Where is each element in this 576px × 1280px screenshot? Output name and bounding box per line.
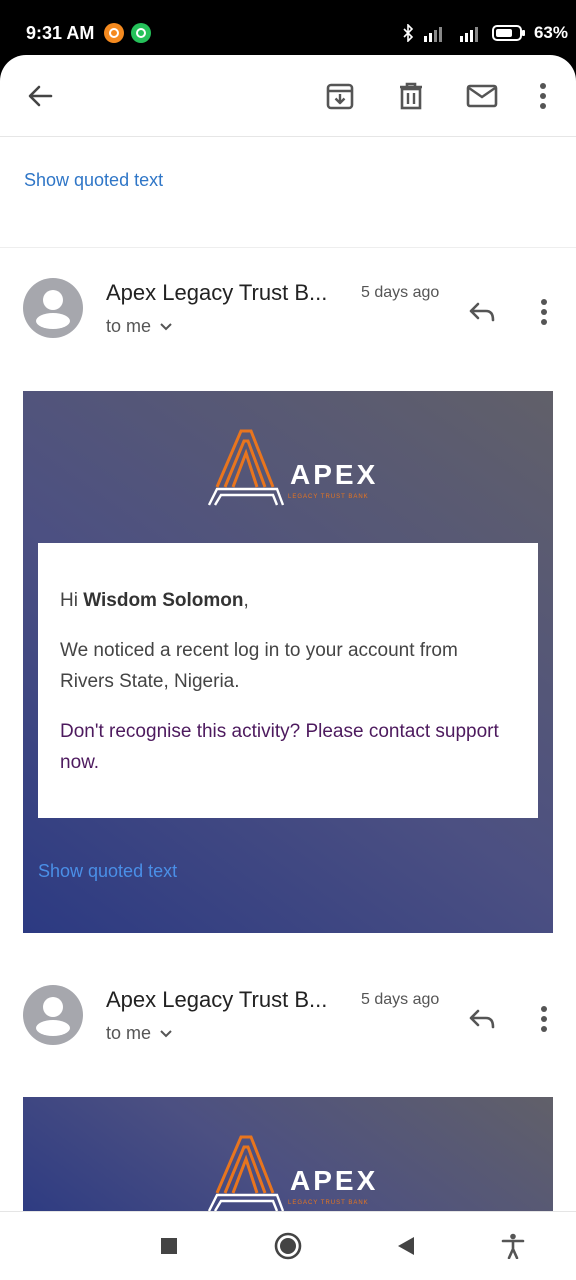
apex-logo: APEX LEGACY TRUST BANK — [207, 1135, 377, 1212]
notification-app-icon — [104, 23, 124, 43]
more-vert-icon — [541, 299, 547, 325]
accessibility-button[interactable] — [497, 1230, 529, 1262]
status-right-cluster: 63% — [402, 22, 568, 44]
show-quoted-text-link[interactable]: Show quoted text — [24, 170, 163, 191]
archive-button[interactable] — [320, 76, 360, 116]
more-options-button[interactable] — [523, 76, 563, 116]
home-button[interactable] — [272, 1230, 304, 1262]
recipient-details-toggle[interactable]: to me — [106, 1023, 173, 1044]
greeting: Hi Wisdom Solomon, — [60, 590, 249, 611]
mail-icon — [466, 84, 498, 108]
recipient-name: Wisdom Solomon — [83, 590, 244, 611]
back-triangle-icon — [398, 1237, 414, 1255]
battery-percent: 63% — [533, 23, 568, 42]
chevron-down-icon — [160, 1029, 172, 1037]
more-vert-icon — [541, 1006, 547, 1032]
reply-button[interactable] — [464, 1001, 500, 1037]
email-thread-view: Show quoted text Apex Legacy Trust B... … — [0, 55, 576, 1212]
recents-button[interactable] — [153, 1230, 185, 1262]
avatar — [23, 278, 83, 338]
recipient-label: to me — [106, 1023, 152, 1043]
message-more-button[interactable] — [528, 1001, 560, 1037]
apex-logo-mark — [207, 429, 285, 506]
divider — [0, 247, 576, 248]
status-bar: 9:31 AM 63% — [0, 0, 576, 62]
email-content: APEX LEGACY TRUST BANK Hi Wisdom Solomon… — [23, 391, 553, 933]
battery-icon — [491, 25, 525, 41]
delete-button[interactable] — [391, 76, 431, 116]
reply-icon — [469, 302, 495, 322]
signal-icon — [423, 27, 442, 42]
warning-paragraph: Don't recognise this activity? Please co… — [60, 721, 499, 773]
accessibility-icon — [501, 1233, 525, 1259]
chevron-down-icon — [160, 322, 172, 330]
back-button[interactable] — [20, 76, 60, 116]
status-time: 9:31 AM — [26, 23, 95, 43]
reply-icon — [469, 1009, 495, 1029]
sender-name: Apex Legacy Trust B... — [106, 280, 328, 305]
message-more-button[interactable] — [528, 294, 560, 330]
message-header[interactable]: Apex Legacy Trust B... 5 days ago to me — [0, 985, 576, 1065]
message-time: 5 days ago — [361, 991, 440, 1008]
logo-tagline: LEGACY TRUST BANK — [288, 494, 369, 500]
show-quoted-text-link[interactable]: Show quoted text — [38, 861, 177, 882]
sender-name: Apex Legacy Trust B... — [106, 987, 328, 1012]
trash-icon — [400, 82, 422, 110]
signal-4g-icon — [459, 27, 478, 42]
body-paragraph: We noticed a recent log in to your accou… — [60, 640, 458, 692]
system-nav-bar — [0, 1212, 576, 1280]
email-content: APEX LEGACY TRUST BANK — [23, 1097, 553, 1212]
back-arrow-icon — [28, 85, 53, 107]
message-header[interactable]: Apex Legacy Trust B... 5 days ago to me — [0, 278, 576, 358]
logo-wordmark: APEX — [290, 459, 379, 490]
logo-tagline: LEGACY TRUST BANK — [288, 1200, 369, 1206]
bluetooth-icon — [403, 24, 414, 42]
avatar — [23, 985, 83, 1045]
more-vert-icon — [540, 83, 546, 109]
apex-logo-mark — [207, 1135, 285, 1212]
recipient-details-toggle[interactable]: to me — [106, 316, 173, 337]
reply-button[interactable] — [464, 294, 500, 330]
mark-unread-button[interactable] — [462, 76, 502, 116]
top-toolbar — [0, 55, 576, 137]
whatsapp-icon — [131, 23, 151, 43]
logo-wordmark: APEX — [290, 1165, 379, 1196]
home-circle-icon — [274, 1232, 302, 1260]
recents-square-icon — [161, 1238, 177, 1254]
system-back-button[interactable] — [390, 1230, 422, 1262]
apex-logo: APEX LEGACY TRUST BANK — [207, 429, 377, 509]
recipient-label: to me — [106, 316, 152, 336]
archive-icon — [326, 83, 354, 110]
message-time: 5 days ago — [361, 284, 440, 301]
message-card: Hi Wisdom Solomon, We noticed a recent l… — [38, 543, 538, 818]
